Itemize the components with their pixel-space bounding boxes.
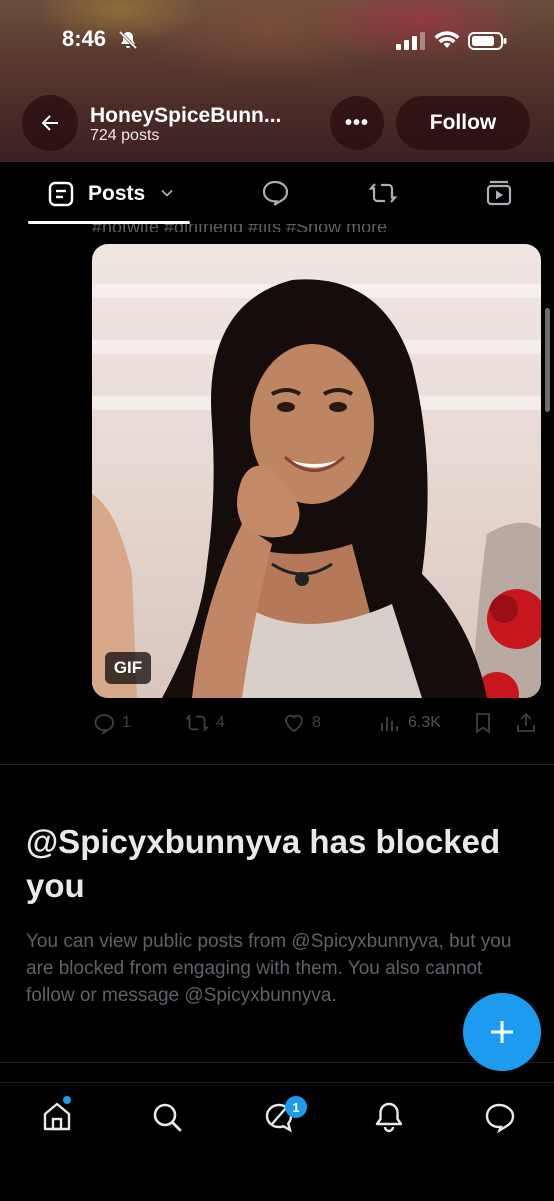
views-button[interactable]: 6.3K xyxy=(378,708,441,738)
profile-header: 8:46 HoneySpiceBunn... 724 posts ••• Fol… xyxy=(0,0,554,162)
more-icon: ••• xyxy=(344,111,369,134)
back-button[interactable] xyxy=(22,95,78,151)
cellular-signal-icon xyxy=(396,32,425,50)
scrollbar-thumb[interactable] xyxy=(545,308,550,412)
bell-off-icon xyxy=(118,30,138,50)
home-icon[interactable] xyxy=(40,1100,74,1134)
share-icon xyxy=(517,712,535,732)
post-action-bar: 1 4 8 6.3K xyxy=(92,708,541,740)
status-time: 8:46 xyxy=(62,26,107,51)
profile-name: HoneySpiceBunn... xyxy=(90,104,282,127)
notification-badge: 1 xyxy=(285,1096,307,1118)
battery-icon xyxy=(468,32,507,50)
blocked-title: @Spicyxbunnyva has blocked you xyxy=(26,823,501,904)
compose-post-button[interactable] xyxy=(463,993,541,1071)
share-button[interactable] xyxy=(514,708,544,738)
repost-count: 4 xyxy=(216,714,225,731)
reply-icon xyxy=(94,714,114,735)
blocked-description: You can view public posts from @Spicyxbu… xyxy=(26,931,512,1006)
repost-icon xyxy=(185,714,209,732)
bell-icon[interactable] xyxy=(372,1100,406,1134)
bookmark-icon xyxy=(476,713,490,734)
status-bar: 8:46 xyxy=(0,0,554,84)
views-count: 6.3K xyxy=(408,714,441,731)
views-chart-icon xyxy=(381,717,398,731)
tab-reposts-icon[interactable] xyxy=(368,178,398,208)
wifi-icon xyxy=(434,31,460,48)
gif-frame-illustration xyxy=(92,279,541,698)
follow-button[interactable]: Follow xyxy=(396,96,530,150)
plus-icon xyxy=(491,1021,513,1043)
messages-icon[interactable] xyxy=(482,1100,516,1134)
feed-divider xyxy=(0,764,554,765)
tab-media-icon[interactable] xyxy=(484,178,514,208)
like-button[interactable]: 8 xyxy=(282,708,321,738)
chevron-down-icon xyxy=(161,189,173,197)
tab-active-underline xyxy=(28,221,190,224)
repost-button[interactable]: 4 xyxy=(184,708,225,738)
gif-badge: GIF xyxy=(105,652,151,684)
section-divider xyxy=(0,1062,554,1063)
home-notification-dot xyxy=(63,1096,71,1104)
posts-icon xyxy=(48,181,74,207)
tab-posts[interactable]: Posts xyxy=(28,162,190,224)
tab-replies-icon[interactable] xyxy=(260,178,290,208)
bookmark-button[interactable] xyxy=(472,708,500,738)
reply-button[interactable]: 1 xyxy=(92,708,131,738)
search-icon[interactable] xyxy=(150,1100,184,1134)
tab-posts-label: Posts xyxy=(88,182,146,205)
reply-count: 1 xyxy=(122,714,131,731)
post-count: 724 posts xyxy=(90,127,160,144)
heart-icon xyxy=(285,714,303,733)
like-count: 8 xyxy=(312,714,321,731)
post-media-gif[interactable] xyxy=(92,244,541,698)
more-options-button[interactable]: ••• xyxy=(330,96,384,150)
arrow-left-icon xyxy=(41,115,58,131)
